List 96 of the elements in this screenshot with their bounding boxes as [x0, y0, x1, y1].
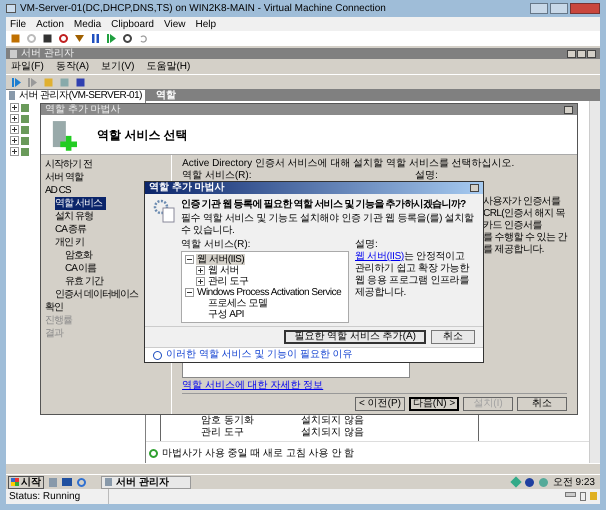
expand-icon[interactable]: [196, 277, 205, 286]
wizard-step[interactable]: 역할 서비스: [55, 197, 106, 210]
node-icon: [21, 136, 29, 144]
expand-icon[interactable]: [10, 114, 19, 123]
start-button[interactable]: 시작: [8, 476, 44, 488]
instruction-text: Active Directory 인증서 서비스에 대해 설치할 역할 서비스를 선택하십시오.: [182, 158, 516, 170]
wizard-step[interactable]: CA 종류: [55, 223, 90, 236]
node-icon: [21, 104, 29, 112]
dialog-subtitle: 필수 역할 서비스 및 기능도 설치해야 인증 기관 웹 등록을(를) 설치할 수 있습니다.: [181, 213, 475, 237]
wizard-step[interactable]: 서버 역할: [45, 171, 87, 184]
close-button[interactable]: [564, 106, 573, 114]
wizard-step[interactable]: 확인: [45, 301, 67, 314]
maximize-button[interactable]: [550, 3, 568, 14]
wizard-step[interactable]: AD CS: [45, 184, 75, 197]
refresh-note: 마법사가 사용 중일 때 새로 고침 사용 안 함: [162, 447, 354, 461]
description-label: 설명:: [415, 170, 438, 182]
dialog-title: 역할 추가 마법사: [149, 183, 225, 193]
server-add-icon: [51, 118, 77, 150]
list-label: 역할 서비스(R):: [182, 170, 253, 182]
tree-item[interactable]: 웹 서버(IIS): [196, 254, 246, 265]
menu-item[interactable]: 파일(F): [11, 59, 44, 74]
pane-header: 역할: [146, 90, 600, 101]
stop-icon[interactable]: [42, 33, 53, 44]
wizard-button[interactable]: 다음(N) >: [409, 397, 459, 411]
description-label: 설명:: [355, 239, 379, 251]
tree-item[interactable]: 웹 서버: [207, 265, 240, 276]
install-status: 설치되지 않음: [301, 415, 364, 427]
description-text: 사용자가 인증서를: [483, 196, 562, 208]
description-text: 를 제공합니다.: [483, 244, 545, 256]
scrollbar[interactable]: [589, 101, 600, 463]
menu-item[interactable]: Action: [36, 16, 64, 32]
menu-item[interactable]: Clipboard: [111, 16, 154, 32]
close-button[interactable]: [587, 50, 596, 58]
dialog-question: 인증 기관 웹 등록에 필요한 역할 서비스 및 기능을 추가하시겠습니까?: [181, 198, 467, 211]
record-icon[interactable]: [122, 33, 133, 44]
role-service-name: 암호 동기화: [201, 415, 255, 427]
app-icon: [10, 50, 17, 58]
list-label: 역할 서비스(R):: [181, 239, 252, 251]
wizard-step[interactable]: 설치 유형: [55, 210, 97, 223]
tree-item[interactable]: 관리 도구: [207, 276, 250, 287]
clock: 오전 9:23: [552, 476, 595, 490]
wizard-button[interactable]: 취소: [517, 397, 567, 411]
menu-item[interactable]: 도움말(H): [146, 59, 190, 74]
node-icon: [21, 148, 29, 156]
minimize-button[interactable]: [530, 3, 548, 14]
close-button[interactable]: [470, 184, 479, 192]
undo-icon[interactable]: [138, 33, 149, 44]
expand-icon[interactable]: [10, 136, 19, 145]
vm-status: Status: Running: [6, 489, 109, 504]
triangle-icon[interactable]: [74, 33, 85, 44]
page-heading: 역할 서비스 선택: [97, 126, 188, 144]
menu-item[interactable]: 동작(A): [56, 59, 90, 74]
role-service-name: 관리 도구: [201, 427, 245, 439]
expand-icon[interactable]: [196, 266, 205, 275]
wizard-step[interactable]: 인증서 데이터베이스: [55, 288, 142, 301]
wizard-step[interactable]: 시작하기 전: [45, 158, 96, 171]
tree-item[interactable]: 구성 API: [207, 309, 245, 320]
node-icon: [21, 114, 29, 122]
tree-item[interactable]: Windows Process Activation Service: [196, 287, 342, 298]
more-info-link[interactable]: 역할 서비스에 대한 자세한 정보: [182, 380, 324, 392]
menu-item[interactable]: Media: [74, 16, 102, 32]
maximize-button[interactable]: [577, 50, 586, 58]
menu-item[interactable]: Help: [195, 16, 216, 32]
wizard-step[interactable]: CA 이름: [65, 262, 100, 275]
wizard-button[interactable]: < 이전(P): [355, 397, 405, 411]
collapse-icon[interactable]: [185, 288, 194, 297]
gear-document-icon: [153, 198, 175, 224]
description-text: 카드 인증서를: [483, 220, 543, 232]
play-icon[interactable]: [106, 33, 117, 44]
dialog-button[interactable]: 필요한 역할 서비스 추가(A): [284, 330, 426, 344]
menu-item[interactable]: 보기(V): [101, 59, 134, 74]
dialog-title: 역할 추가 마법사: [45, 104, 121, 114]
install-status: 설치되지 않음: [301, 427, 364, 439]
description-link[interactable]: 웹 서버(IIS): [355, 251, 404, 262]
wizard-step[interactable]: 암호화: [65, 249, 96, 262]
window-icon: [6, 4, 16, 13]
pause-icon[interactable]: [90, 33, 101, 44]
menu-item[interactable]: File: [10, 16, 26, 32]
expand-icon[interactable]: [10, 125, 19, 134]
description-text: 웹 서버(IIS)는 안정적이고 관리하기 쉽고 확장 가능한 웹 응용 프로그램 인프라를 제공합니다.: [355, 251, 470, 299]
window-title: VM-Server-01(DC,DHCP,DNS,TS) on WIN2K8-MAIN - Virtual Machine Connection: [20, 2, 386, 16]
tree-item[interactable]: 프로세스 모델: [207, 298, 268, 309]
description-text: 를 수행할 수 있는 간: [483, 232, 567, 244]
window-title: 서버 관리자: [21, 48, 74, 58]
dialog-button[interactable]: 취소: [431, 330, 475, 344]
taskbar-button[interactable]: 서버 관리자: [101, 476, 191, 488]
node-icon: [21, 126, 29, 134]
wizard-step[interactable]: 개인 키: [55, 236, 88, 249]
minimize-button[interactable]: [567, 50, 576, 58]
tree-root[interactable]: 서버 관리자(VM-SERVER-01): [18, 90, 142, 100]
expand-icon[interactable]: [10, 103, 19, 112]
menu-item[interactable]: View: [164, 16, 186, 32]
expand-icon[interactable]: [10, 147, 19, 156]
collapse-icon[interactable]: [185, 255, 194, 264]
description-text: CRL(인증서 해지 목: [483, 208, 566, 220]
wizard-step[interactable]: 유효 기간: [65, 275, 107, 288]
